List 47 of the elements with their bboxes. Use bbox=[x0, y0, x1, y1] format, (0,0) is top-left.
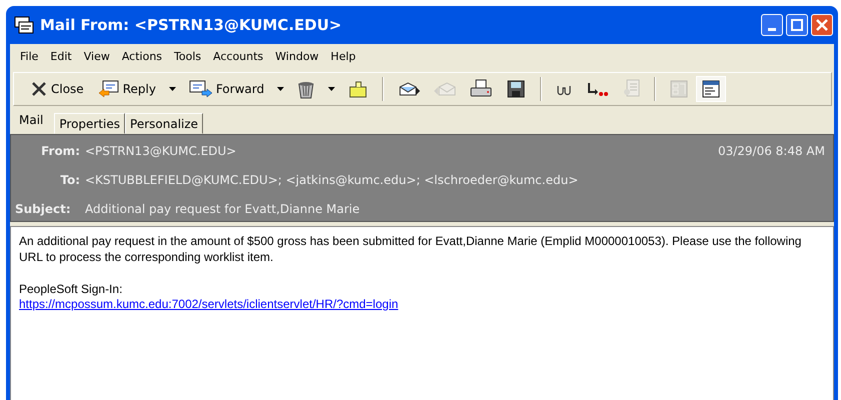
menu-item[interactable]: Edit bbox=[46, 48, 76, 65]
menu-item[interactable]: File bbox=[16, 48, 42, 65]
close-icon bbox=[30, 81, 48, 97]
envelope-icon bbox=[434, 81, 456, 97]
caret-icon bbox=[168, 87, 176, 91]
menu-item[interactable]: View bbox=[80, 48, 114, 65]
sender-address: <PSTRN13@KUMC.EDU> bbox=[85, 144, 238, 158]
minimize-button[interactable] bbox=[761, 14, 783, 36]
tab[interactable]: Properties bbox=[54, 113, 126, 134]
envelope-icon bbox=[398, 81, 420, 97]
minimize-icon bbox=[768, 28, 776, 30]
login-link[interactable]: https://mcpossum.kumc.edu:7002/servlets/iclientservlet/HR/?cmd=login bbox=[19, 297, 398, 311]
close-button[interactable] bbox=[811, 14, 833, 36]
from-label: From: bbox=[40, 144, 81, 158]
toolbar-button[interactable]: Reply bbox=[92, 76, 162, 102]
menu-item[interactable]: Actions bbox=[118, 48, 166, 65]
arrow-dots-icon bbox=[586, 81, 608, 97]
toolbar-button[interactable]: Forward bbox=[182, 76, 270, 102]
signin-label: PeopleSoft Sign-In: bbox=[19, 282, 122, 296]
toolbar-icon-button[interactable] bbox=[696, 76, 726, 102]
envelope-window-icon bbox=[14, 16, 34, 34]
subject-text: Additional pay request for Evatt,Dianne Marie bbox=[85, 202, 361, 216]
caret-icon bbox=[328, 87, 336, 91]
preview-pane-icon bbox=[702, 80, 720, 98]
menu-item[interactable]: Accounts bbox=[209, 48, 268, 65]
trash-can-icon bbox=[297, 79, 316, 99]
subject-label: Subject: bbox=[15, 202, 72, 216]
message-paragraph: An additional pay request in the amount of $500 gross has been submitted for Evatt,Dianne Marie (Emplid M0000010053). Please use the following URL to process the corresponding worklist item. bbox=[19, 233, 802, 265]
envelope-arrow-icon bbox=[188, 80, 213, 98]
tab[interactable]: Mail bbox=[14, 108, 54, 134]
close-icon bbox=[816, 19, 828, 31]
maximize-button[interactable] bbox=[786, 14, 808, 36]
toolbar-button[interactable]: Close bbox=[24, 76, 90, 102]
menu-item[interactable]: Tools bbox=[170, 48, 206, 65]
maximize-icon bbox=[791, 19, 803, 31]
window-title: Mail From: <PSTRN13@KUMC.EDU> bbox=[40, 16, 343, 34]
layout-pane-icon bbox=[670, 80, 688, 98]
envelope-arrow-icon bbox=[98, 80, 120, 98]
printer-icon bbox=[470, 79, 492, 99]
to-label: To: bbox=[59, 172, 81, 187]
menu-item[interactable]: Help bbox=[326, 48, 360, 65]
tab[interactable]: Personalize bbox=[125, 113, 204, 134]
date-text: 03/29/06 8:48 AM bbox=[718, 144, 825, 158]
caret-icon bbox=[277, 87, 284, 91]
certificate-icon bbox=[622, 79, 640, 99]
recipient-addresses: <KSTUBBLEFIELD@KUMC.EDU>; <jatkins@kumc.edu>; <lschroeder@kumc.edu> bbox=[85, 172, 580, 187]
menu-item[interactable]: Window bbox=[271, 48, 323, 65]
